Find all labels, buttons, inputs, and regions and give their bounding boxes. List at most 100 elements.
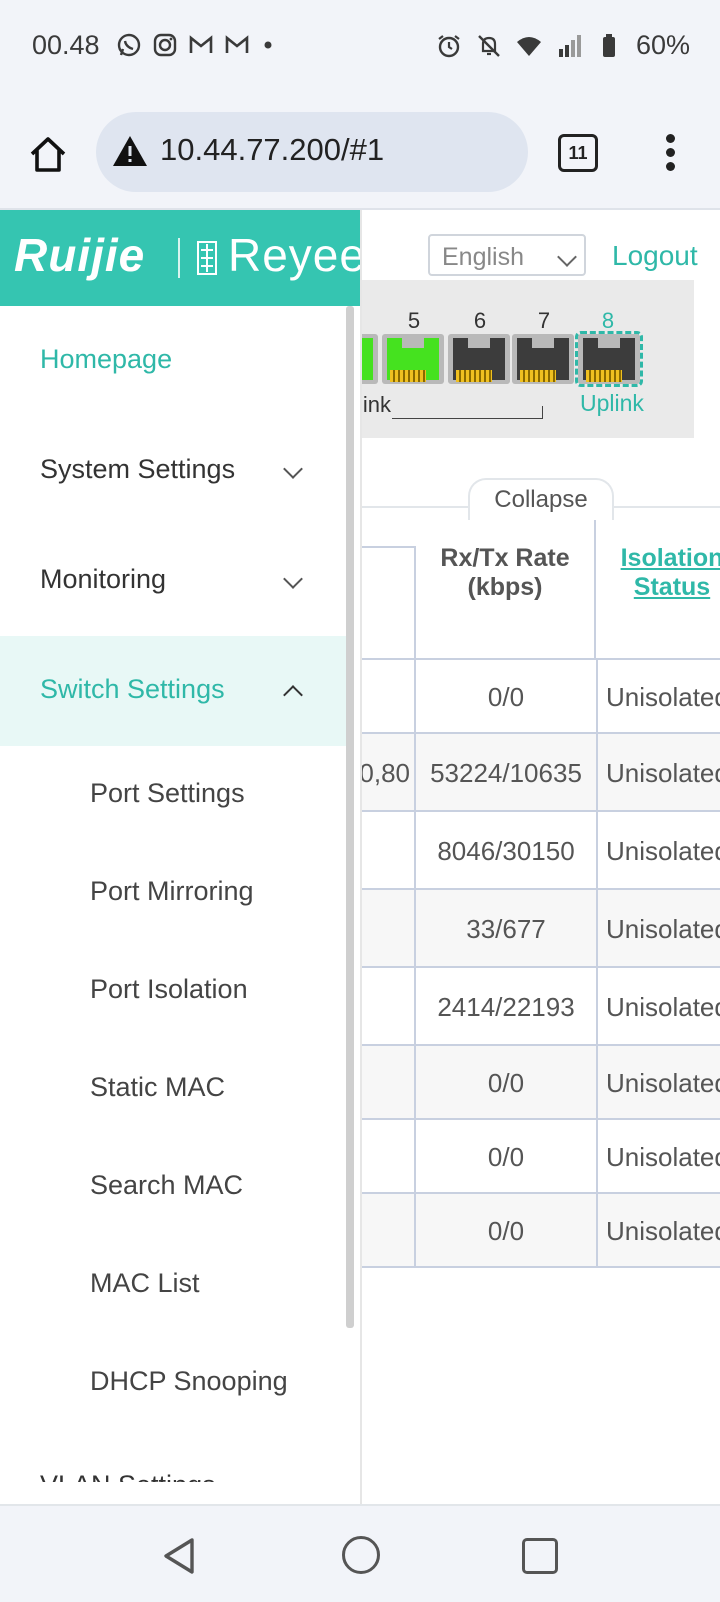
sidebar-subitem-search-mac[interactable]: Search MAC	[0, 1136, 352, 1234]
sidebar-item-vlan-settings[interactable]: VLAN Settings	[40, 1470, 216, 1482]
url-text[interactable]: 10.44.77.200/#1	[160, 132, 384, 168]
link-bracket	[392, 406, 543, 419]
sidebar-subitem-dhcp-snooping[interactable]: DHCP Snooping	[0, 1332, 352, 1430]
sidebar-item-label: Homepage	[40, 344, 173, 374]
sidebar-item-monitoring[interactable]: Monitoring	[0, 526, 352, 636]
logo: Ruijie Reyee	[0, 210, 360, 306]
sidebar-subitem-port-settings[interactable]: Port Settings	[0, 744, 352, 842]
dot-icon	[264, 41, 272, 49]
sidebar-subitem-label: Static MAC	[90, 1072, 226, 1102]
home-nav-icon[interactable]	[342, 1536, 380, 1574]
sidebar-subitem-label: Port Settings	[90, 778, 245, 808]
chevron-down-icon	[557, 247, 577, 267]
sidebar-subitem-port-mirroring[interactable]: Port Mirroring	[0, 842, 352, 940]
status-time: 00.48	[32, 30, 100, 60]
table-row: 0/0 Unisolated	[340, 1192, 720, 1268]
alarm-icon	[438, 34, 460, 57]
cell-rate: 0/0	[416, 1194, 598, 1268]
cell-isolation-status: Unisolated	[606, 1068, 720, 1098]
sidebar-subitem-label: DHCP Snooping	[90, 1366, 288, 1396]
warning-icon[interactable]	[112, 134, 148, 168]
back-icon[interactable]	[160, 1536, 200, 1576]
column-header-rate: Rx/Tx Rate (kbps)	[416, 508, 596, 658]
chevron-up-icon	[283, 685, 303, 705]
sidebar-subitem-port-isolation[interactable]: Port Isolation	[0, 940, 352, 1038]
language-select[interactable]: English	[428, 234, 586, 276]
table-row: 0/0 Unisolated	[340, 1118, 720, 1194]
sidebar-item-homepage[interactable]: Homepage	[0, 306, 352, 416]
address-bar[interactable]: 10.44.77.200/#1	[96, 112, 528, 192]
port-number: 8	[601, 308, 615, 333]
port-6[interactable]	[448, 334, 510, 384]
cell-rate: 33/677	[416, 890, 598, 968]
wifi-icon	[516, 36, 541, 56]
logo-divider	[178, 238, 180, 278]
column-header-isolation[interactable]: Isolation Status	[598, 508, 720, 658]
android-nav-bar	[0, 1504, 720, 1602]
cell-isolation-status: Unisolated	[606, 992, 720, 1022]
cell-rate: 8046/30150	[416, 812, 598, 890]
sidebar-scrollbar[interactable]	[346, 306, 354, 1328]
home-icon[interactable]	[26, 132, 70, 176]
brand-reyee: Reyee	[228, 229, 362, 281]
port-number: 5	[407, 308, 421, 333]
logout-link[interactable]: Logout	[612, 240, 698, 272]
cell-rate: 2414/22193	[416, 968, 598, 1046]
cell-rate: 53224/10635	[416, 734, 598, 812]
uplink-label: Uplink	[580, 390, 644, 416]
system-icons: 60%	[436, 30, 690, 61]
port-7[interactable]	[512, 334, 574, 384]
sidebar: Ruijie Reyee Homepage System Settings Mo…	[0, 210, 362, 1504]
table-row: 0,80 53224/10635 Unisolated	[340, 732, 720, 812]
cell-rate: 0/0	[416, 1046, 598, 1120]
instagram-icon	[153, 33, 177, 57]
sidebar-item-label: System Settings	[40, 454, 236, 484]
cell-isolation-status: Unisolated	[606, 682, 720, 712]
sidebar-item-label: Monitoring	[40, 564, 167, 594]
cell-rate: 0/0	[416, 660, 598, 734]
port-number: 7	[537, 308, 551, 333]
status-bar: 00.48 60%	[0, 0, 720, 96]
table-row: 33/677 Unisolated	[340, 888, 720, 968]
reyee-seal-icon	[197, 241, 217, 275]
whatsapp-icon	[117, 33, 141, 57]
table-bottom-border	[340, 1266, 720, 1268]
sidebar-subitem-label: Port Mirroring	[90, 876, 254, 906]
port-5[interactable]	[382, 334, 444, 384]
battery-percent: 60%	[635, 30, 690, 60]
chevron-down-icon	[283, 459, 303, 479]
port-number: 6	[473, 308, 487, 333]
port-8-uplink[interactable]	[575, 331, 643, 387]
link-label: link	[358, 392, 392, 417]
overflow-menu-icon[interactable]	[660, 130, 680, 174]
cell-isolation-status: Unisolated	[606, 1142, 720, 1172]
sidebar-item-system-settings[interactable]: System Settings	[0, 416, 352, 526]
table-row: 8046/30150 Unisolated	[340, 810, 720, 890]
sidebar-subitem-mac-list[interactable]: MAC List	[0, 1234, 352, 1332]
language-value: English	[442, 243, 524, 271]
sidebar-subitem-label: MAC List	[90, 1268, 200, 1298]
signal-icon	[558, 34, 581, 57]
gmail-icon	[189, 35, 213, 53]
table-row: 0/0 Unisolated	[340, 658, 720, 734]
cell-rate: 0/0	[416, 1120, 598, 1194]
table-row: 2414/22193 Unisolated	[340, 966, 720, 1046]
notification-icons	[116, 32, 286, 58]
battery-icon	[602, 33, 615, 57]
cell-isolation-status: Unisolated	[606, 758, 720, 788]
brand-ruijie: Ruijie	[14, 229, 146, 281]
mute-icon	[478, 34, 500, 57]
sidebar-item-switch-settings[interactable]: Switch Settings	[0, 636, 352, 746]
recents-icon[interactable]	[522, 1538, 558, 1574]
collapse-button[interactable]: Collapse	[468, 478, 614, 520]
chevron-down-icon	[283, 569, 303, 589]
sidebar-subitem-label: Search MAC	[90, 1170, 244, 1200]
sidebar-subitem-static-mac[interactable]: Static MAC	[0, 1038, 352, 1136]
cell-isolation-status: Unisolated	[606, 914, 720, 944]
sidebar-subitem-label: Port Isolation	[90, 974, 248, 1004]
tab-switcher-button[interactable]: 11	[558, 134, 598, 172]
cell-isolation-status: Unisolated	[606, 1216, 720, 1246]
sidebar-item-label: Switch Settings	[40, 674, 225, 704]
cell-isolation-status: Unisolated	[606, 836, 720, 866]
table-row: 0/0 Unisolated	[340, 1044, 720, 1120]
